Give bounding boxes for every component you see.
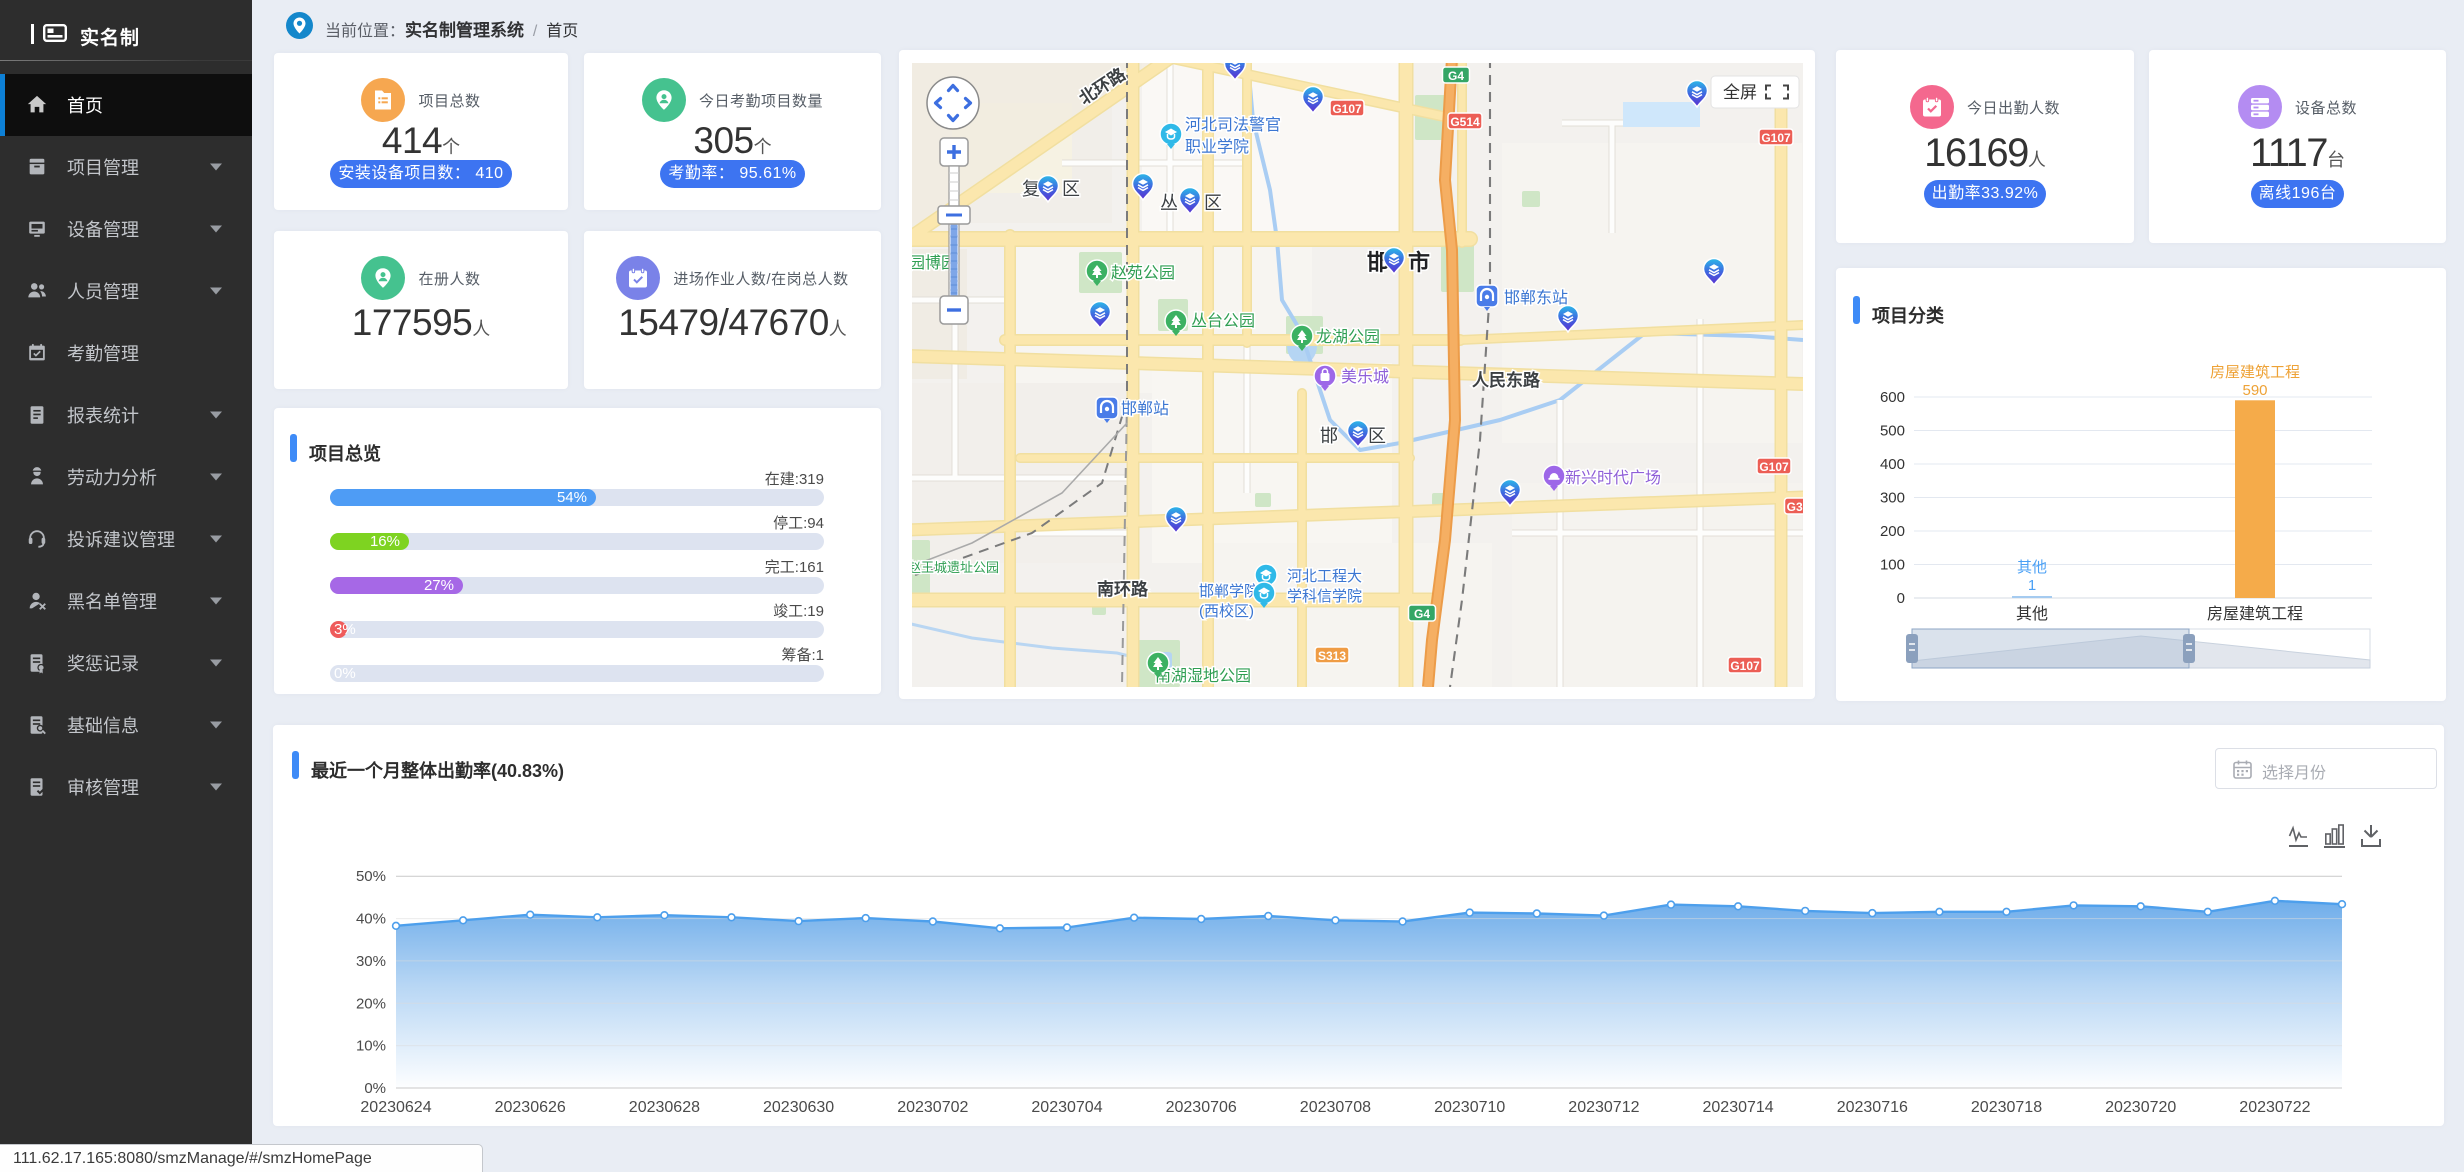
svg-text:400: 400 <box>1880 456 1905 473</box>
svg-text:G4: G4 <box>1448 69 1464 83</box>
svg-text:20230720: 20230720 <box>2105 1099 2176 1116</box>
svg-text:新兴时代广场: 新兴时代广场 <box>1565 469 1661 487</box>
svg-text:20230702: 20230702 <box>897 1099 968 1116</box>
svg-text:G514: G514 <box>1450 115 1480 129</box>
svg-text:G107: G107 <box>1730 659 1760 673</box>
svg-text:职业学院: 职业学院 <box>1185 138 1249 156</box>
svg-text:美乐城: 美乐城 <box>1341 368 1389 386</box>
svg-text:丛台公园: 丛台公园 <box>1191 312 1255 330</box>
svg-text:房屋建筑工程: 房屋建筑工程 <box>2207 605 2303 623</box>
svg-text:市: 市 <box>1408 250 1430 275</box>
svg-text:1: 1 <box>2028 577 2036 594</box>
svg-text:G30: G30 <box>1787 500 1803 514</box>
svg-text:20230716: 20230716 <box>1837 1099 1908 1116</box>
svg-text:300: 300 <box>1880 490 1905 507</box>
svg-text:G107: G107 <box>1759 460 1789 474</box>
svg-text:200: 200 <box>1880 523 1905 540</box>
svg-text:复: 复 <box>1022 179 1040 199</box>
svg-text:房屋建筑工程: 房屋建筑工程 <box>2210 364 2300 381</box>
svg-text:邯郸站: 邯郸站 <box>1121 400 1169 418</box>
svg-text:区: 区 <box>1368 426 1386 446</box>
svg-text:其他: 其他 <box>2017 559 2047 576</box>
svg-text:0: 0 <box>1897 590 1905 607</box>
svg-text:邯: 邯 <box>1320 426 1338 446</box>
svg-text:20230718: 20230718 <box>1971 1099 2042 1116</box>
svg-text:龙湖公园: 龙湖公园 <box>1316 328 1380 346</box>
svg-text:20230624: 20230624 <box>360 1099 431 1116</box>
svg-text:河北工程大: 河北工程大 <box>1287 568 1362 585</box>
svg-text:学科信学院: 学科信学院 <box>1287 587 1362 605</box>
svg-text:20230630: 20230630 <box>763 1099 834 1116</box>
svg-text:G4: G4 <box>1414 607 1430 621</box>
svg-text:50%: 50% <box>356 868 386 885</box>
svg-text:赵王城遗址公园: 赵王城遗址公园 <box>912 560 999 575</box>
svg-text:600: 600 <box>1880 389 1905 406</box>
svg-text:0%: 0% <box>364 1080 386 1097</box>
svg-text:20230710: 20230710 <box>1434 1099 1505 1116</box>
svg-text:(西校区): (西校区) <box>1199 603 1254 620</box>
svg-text:40%: 40% <box>356 911 386 928</box>
svg-text:20%: 20% <box>356 995 386 1012</box>
svg-text:20230714: 20230714 <box>1703 1099 1774 1116</box>
svg-text:500: 500 <box>1880 423 1905 440</box>
svg-text:G107: G107 <box>1761 131 1791 145</box>
svg-text:20230706: 20230706 <box>1166 1099 1237 1116</box>
svg-text:30%: 30% <box>356 953 386 970</box>
svg-text:20230708: 20230708 <box>1300 1099 1371 1116</box>
svg-text:100: 100 <box>1880 557 1905 574</box>
svg-text:区: 区 <box>1204 193 1222 213</box>
svg-text:10%: 10% <box>356 1038 386 1055</box>
svg-text:G107: G107 <box>1332 102 1362 116</box>
svg-text:河北司法警官: 河北司法警官 <box>1185 116 1281 134</box>
svg-text:S313: S313 <box>1318 649 1346 663</box>
svg-text:其他: 其他 <box>2016 605 2048 623</box>
svg-text:全屏: 全屏 <box>1723 83 1757 102</box>
svg-text:20230704: 20230704 <box>1031 1099 1102 1116</box>
svg-text:邯郸学院: 邯郸学院 <box>1199 582 1259 600</box>
svg-text:赵苑公园: 赵苑公园 <box>1111 264 1175 282</box>
svg-text:20230626: 20230626 <box>495 1099 566 1116</box>
svg-text:南湖湿地公园: 南湖湿地公园 <box>1155 667 1251 685</box>
svg-text:丛: 丛 <box>1160 193 1178 213</box>
svg-text:人民东路: 人民东路 <box>1472 370 1541 390</box>
svg-text:590: 590 <box>2242 382 2267 399</box>
svg-text:20230712: 20230712 <box>1568 1099 1639 1116</box>
svg-text:南环路: 南环路 <box>1097 579 1149 599</box>
svg-text:20230628: 20230628 <box>629 1099 700 1116</box>
svg-text:区: 区 <box>1062 179 1080 199</box>
svg-text:20230722: 20230722 <box>2239 1099 2310 1116</box>
svg-text:邯郸东站: 邯郸东站 <box>1504 289 1568 307</box>
